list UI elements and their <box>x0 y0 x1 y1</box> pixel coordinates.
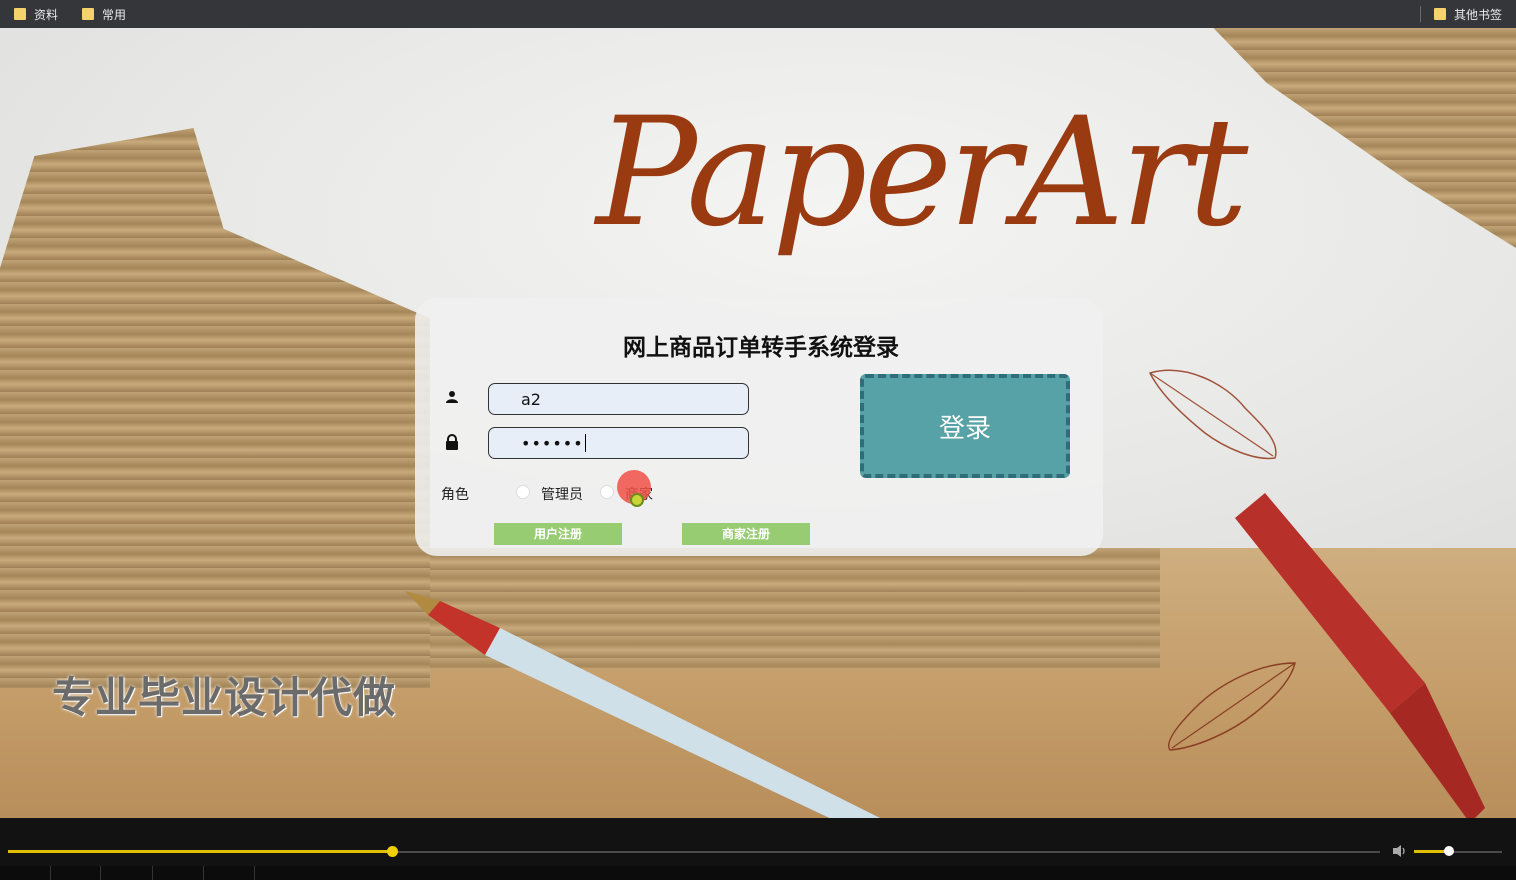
role-radio-admin[interactable] <box>516 485 530 499</box>
cursor-icon <box>630 493 644 507</box>
user-register-button[interactable]: 用户注册 <box>494 523 622 545</box>
lock-icon <box>446 434 458 450</box>
progress-thumb[interactable] <box>387 846 399 857</box>
role-label-admin: 管理员 <box>541 487 583 503</box>
bookmark-folder-other[interactable]: 其他书签 <box>1434 0 1502 28</box>
watermark-text: 专业毕业设计代做 <box>52 673 397 722</box>
marker-icon <box>1235 493 1485 818</box>
role-label: 角色 <box>441 487 469 503</box>
bookmarks-divider <box>1420 6 1421 22</box>
password-input[interactable]: •••••• <box>488 427 749 459</box>
login-title: 网上商品订单转手系统登录 <box>623 335 899 361</box>
folder-icon <box>14 8 26 20</box>
leaf-icon <box>1148 369 1277 460</box>
paperart-logo: PaperArt <box>596 86 1248 260</box>
pen-icon <box>405 591 880 818</box>
username-input[interactable]: a2 <box>488 383 749 415</box>
role-radio-merchant[interactable] <box>600 485 614 499</box>
bookmark-label: 常用 <box>102 7 127 22</box>
login-page: PaperArt 专业毕业设计代做 网上商品订单转手系统登录 a2 ••••••… <box>0 28 1516 818</box>
volume-thumb[interactable] <box>1444 846 1455 856</box>
footer-divider <box>100 866 101 880</box>
volume-icon[interactable] <box>1392 844 1408 858</box>
text-caret <box>584 434 586 452</box>
player-footer-strip <box>0 866 1516 880</box>
bookmark-folder-changyong[interactable]: 常用 <box>82 0 126 28</box>
video-player-bar <box>0 818 1516 880</box>
bookmarks-bar: 资料 常用 其他书签 <box>0 0 1516 28</box>
folder-icon <box>1434 8 1446 20</box>
user-icon <box>446 391 458 403</box>
bookmark-folder-ziliao[interactable]: 资料 <box>14 0 58 28</box>
footer-divider <box>152 866 153 880</box>
password-value: •••••• <box>521 433 584 453</box>
bookmark-label: 资料 <box>34 7 59 22</box>
progress-fill <box>8 850 393 853</box>
footer-divider <box>50 866 51 880</box>
merchant-register-button[interactable]: 商家注册 <box>682 523 810 545</box>
login-card: 网上商品订单转手系统登录 a2 •••••• 角色 管理员 商家 用户注册 商家… <box>415 298 1103 556</box>
folder-icon <box>82 8 94 20</box>
footer-divider <box>254 866 255 880</box>
footer-divider <box>203 866 204 880</box>
bookmark-label: 其他书签 <box>1454 7 1503 22</box>
login-button[interactable]: 登录 <box>860 374 1070 478</box>
username-value: a2 <box>521 389 541 409</box>
